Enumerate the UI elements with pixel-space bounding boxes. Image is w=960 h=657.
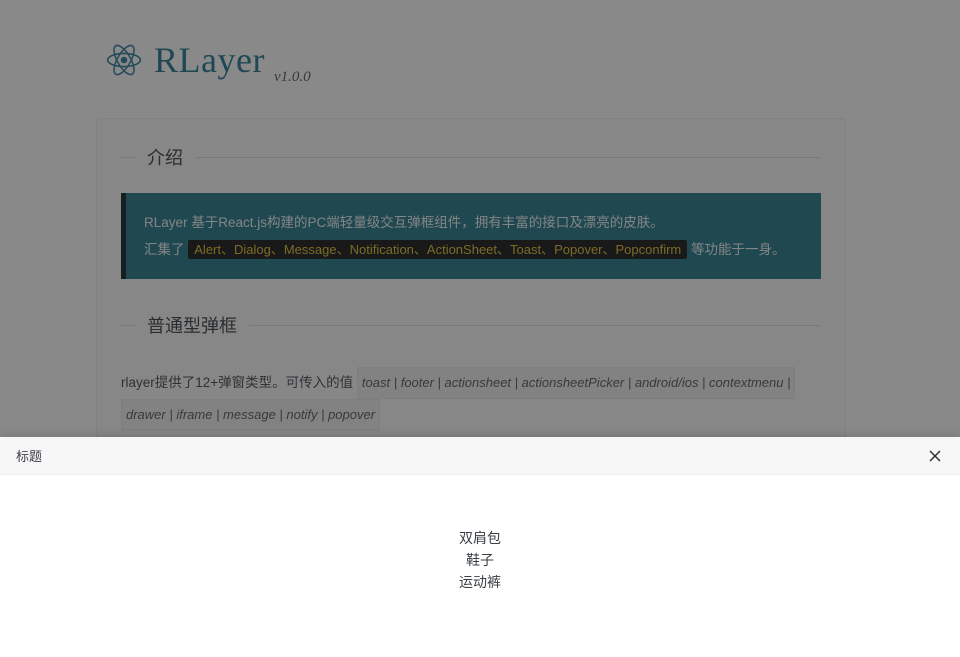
modal-overlay-mask[interactable] xyxy=(0,0,960,437)
bottom-drawer-modal: 标题 双肩包 鞋子 运动裤 xyxy=(0,437,960,657)
list-item[interactable]: 运动裤 xyxy=(459,571,501,593)
list-item[interactable]: 鞋子 xyxy=(466,549,494,571)
modal-header: 标题 xyxy=(0,437,960,475)
close-x-icon[interactable] xyxy=(924,445,946,467)
list-item[interactable]: 双肩包 xyxy=(459,527,501,549)
modal-title: 标题 xyxy=(16,449,43,464)
modal-body: 双肩包 鞋子 运动裤 xyxy=(0,475,960,657)
